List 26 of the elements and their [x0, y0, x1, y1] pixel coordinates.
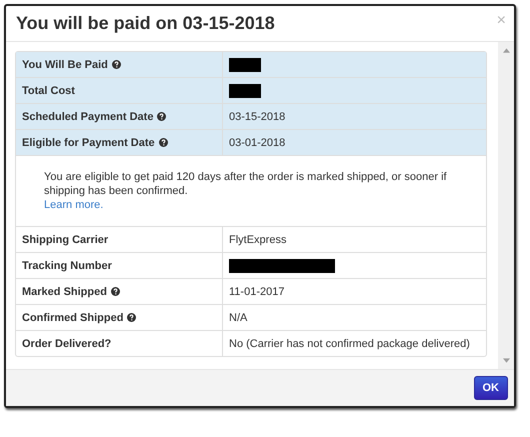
help-icon[interactable]	[158, 138, 168, 147]
help-icon[interactable]	[110, 287, 120, 296]
help-icon[interactable]	[112, 60, 121, 69]
row-label: Tracking Number	[22, 260, 112, 272]
row-label: Total Cost	[22, 84, 75, 96]
row-value: 03-15-2018	[229, 110, 286, 122]
row-label: Scheduled Payment Date	[22, 110, 154, 122]
learn-more-link[interactable]: Learn more.	[44, 198, 104, 212]
redaction-block	[229, 58, 261, 72]
row-label: Shipping Carrier	[22, 234, 108, 246]
row-value: No (Carrier has not confirmed package delivered)	[229, 338, 470, 350]
row-value: 03-01-2018	[229, 136, 286, 148]
info-text: You are eligible to get paid 120 days after the order is marked shipped, or sooner if shipping has been confirmed.	[44, 170, 448, 198]
row-label: Order Delivered?	[22, 338, 112, 350]
row-value: N/A	[229, 312, 248, 324]
row-value: FlytExpress	[229, 234, 286, 246]
row-label: You Will Be Paid	[22, 58, 108, 70]
dialog-title: You will be paid on 03-15-2018	[16, 13, 275, 34]
row-label: Eligible for Payment Date	[22, 136, 155, 148]
help-icon[interactable]	[157, 112, 166, 121]
redaction-block	[229, 84, 261, 98]
row-value: 11-01-2017	[229, 286, 284, 298]
help-icon[interactable]	[127, 313, 136, 322]
row-label: Confirmed Shipped	[22, 312, 124, 324]
ok-button[interactable]: OK	[474, 376, 508, 400]
row-label: Marked Shipped	[22, 286, 107, 298]
